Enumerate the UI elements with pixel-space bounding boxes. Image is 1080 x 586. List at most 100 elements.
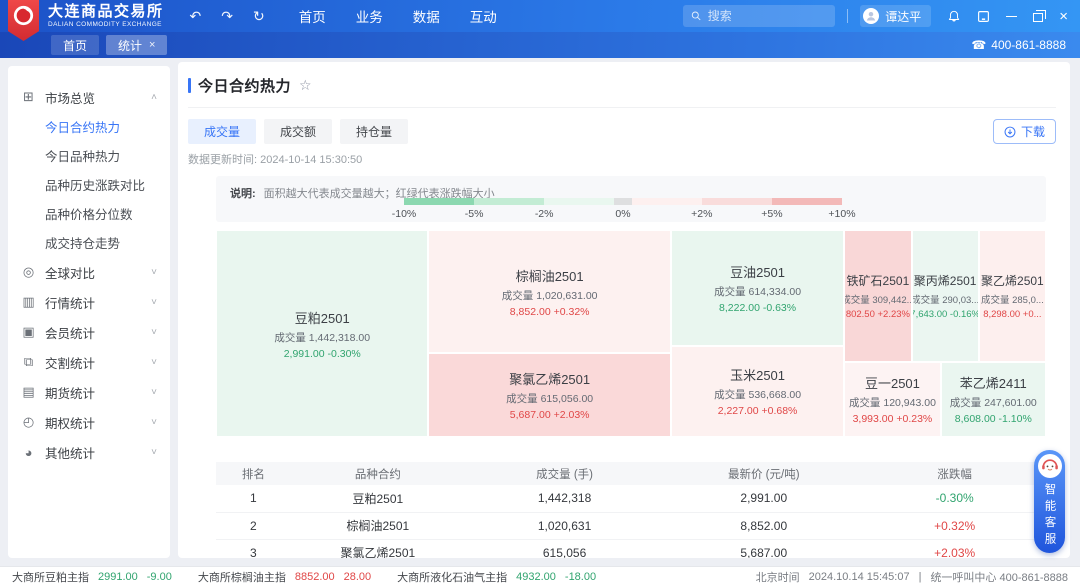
scale-segment bbox=[474, 198, 544, 205]
view-button-volume[interactable]: 成交量 bbox=[188, 119, 256, 144]
scale-tick: +10% bbox=[828, 208, 855, 220]
treemap-cell[interactable]: 苯乙烯2411成交量 247,601.008,608.00 -1.10% bbox=[941, 362, 1046, 437]
scale-segment bbox=[544, 198, 614, 205]
global-compare-icon: ◎ bbox=[21, 264, 36, 280]
tab-statistics[interactable]: 统计× bbox=[106, 35, 167, 55]
scale-tick: -5% bbox=[465, 208, 484, 220]
brand-subtitle: DALIAN COMMODITY EXCHANGE bbox=[48, 22, 164, 29]
treemap-cell-volume: 成交量 615,056.00 bbox=[506, 391, 593, 406]
user-chip[interactable]: 谭达平 bbox=[860, 5, 931, 27]
sidebar-group-label: 行情统计 bbox=[45, 293, 151, 312]
nav-business[interactable]: 业务 bbox=[356, 6, 383, 26]
view-button-turnover[interactable]: 成交额 bbox=[264, 119, 332, 144]
sidebar-group-member-stats[interactable]: ▣会员统计˅ bbox=[8, 317, 170, 347]
chevron-down-icon: ˅ bbox=[151, 447, 157, 458]
sidebar-item-variety-history-compare[interactable]: 品种历史涨跌对比 bbox=[8, 170, 170, 199]
treemap-cell-price: 8,852.00 +0.32% bbox=[510, 306, 590, 318]
sidebar-group-global-compare[interactable]: ◎全球对比˅ bbox=[8, 257, 170, 287]
sidebar-group-quote-stats[interactable]: ▥行情统计˅ bbox=[8, 287, 170, 317]
tab-home[interactable]: 首页 bbox=[51, 35, 99, 55]
minimize-button[interactable] bbox=[1006, 16, 1017, 17]
cell-price: 5,687.00 bbox=[664, 539, 863, 558]
tab-close-icon[interactable]: × bbox=[149, 39, 155, 51]
treemap-cell-name: 玉米2501 bbox=[730, 365, 785, 384]
restore-button[interactable] bbox=[1033, 11, 1043, 22]
treemap-cell[interactable]: 豆油2501成交量 614,334.008,222.00 -0.63% bbox=[671, 230, 844, 346]
hotline-number: 400-861-8888 bbox=[991, 38, 1066, 52]
market-overview-icon: ⊞ bbox=[21, 89, 36, 105]
workbench-panel-icon[interactable] bbox=[977, 10, 990, 23]
treemap-cell-volume: 成交量 536,668.00 bbox=[714, 387, 801, 402]
sidebar-item-today-contract-heat[interactable]: 今日合约热力 bbox=[8, 112, 170, 141]
treemap-cell[interactable]: 聚乙烯2501成交量 285,0...8,298.00 +0... bbox=[979, 230, 1046, 362]
sidebar-item-label: 品种历史涨跌对比 bbox=[45, 175, 145, 194]
sidebar-group-other-stats[interactable]: ◕其他统计˅ bbox=[8, 437, 170, 467]
treemap-cell[interactable]: 铁矿石2501成交量 309,442...802.50 +2.23% bbox=[844, 230, 911, 362]
treemap-cell[interactable]: 聚丙烯2501成交量 290,03...7,643.00 -0.16% bbox=[912, 230, 979, 362]
treemap-cell-name: 豆一2501 bbox=[865, 373, 920, 392]
nav-interact[interactable]: 互动 bbox=[470, 6, 497, 26]
notifications-bell-icon[interactable] bbox=[947, 9, 961, 23]
treemap-cell-volume: 成交量 614,334.00 bbox=[714, 284, 801, 299]
index-label: 大商所液化石油气主指 bbox=[397, 569, 507, 585]
sidebar-item-today-variety-heat[interactable]: 今日品种热力 bbox=[8, 141, 170, 170]
cell-price: 8,852.00 bbox=[664, 512, 863, 539]
topbar-divider bbox=[847, 9, 848, 23]
cell-change: +2.03% bbox=[863, 539, 1046, 558]
chevron-down-icon: ˅ bbox=[151, 357, 157, 368]
treemap-cell-price: 5,687.00 +2.03% bbox=[510, 409, 590, 421]
service-label: 智能客服 bbox=[1042, 483, 1058, 549]
hotline: ☎ 400-861-8888 bbox=[971, 38, 1066, 52]
treemap-cell-name: 苯乙烯2411 bbox=[960, 373, 1027, 392]
delivery-stats-icon: ⧉ bbox=[21, 354, 36, 370]
cell-volume: 615,056 bbox=[465, 539, 664, 558]
treemap-cell[interactable]: 玉米2501成交量 536,668.002,227.00 +0.68% bbox=[671, 346, 844, 437]
refresh-icon[interactable]: ↻ bbox=[253, 8, 265, 25]
sidebar-group-options-stats[interactable]: ◴期权统计˅ bbox=[8, 407, 170, 437]
sidebar-item-volume-oi-trend[interactable]: 成交持仓走势 bbox=[8, 228, 170, 257]
statusbar-divider: | bbox=[919, 571, 922, 583]
sidebar-group-market-overview[interactable]: ⊞市场总览˄ bbox=[8, 82, 170, 112]
treemap-cell-price: 7,643.00 -0.16% bbox=[912, 309, 979, 320]
beijing-time-label: 北京时间 bbox=[756, 569, 800, 585]
sidebar-item-label: 成交持仓走势 bbox=[45, 233, 120, 252]
cell-rank: 2 bbox=[216, 512, 291, 539]
treemap-cell-name: 聚氯乙烯2501 bbox=[509, 369, 590, 388]
sidebar-item-variety-price-percentile[interactable]: 品种价格分位数 bbox=[8, 199, 170, 228]
nav-data[interactable]: 数据 bbox=[413, 6, 440, 26]
sidebar-group-delivery-stats[interactable]: ⧉交割统计˅ bbox=[8, 347, 170, 377]
view-button-open-interest[interactable]: 持仓量 bbox=[340, 119, 408, 144]
update-time: 数据更新时间: 2024-10-14 15:30:50 bbox=[188, 151, 1056, 167]
treemap-cell-volume: 成交量 1,442,318.00 bbox=[274, 330, 370, 345]
search-input[interactable] bbox=[708, 9, 827, 23]
smart-service-widget[interactable]: 智能客服 bbox=[1034, 450, 1065, 553]
treemap-cell[interactable]: 聚氯乙烯2501 成交量 615,056.00 5,687.00 +2.03% bbox=[428, 353, 670, 437]
forward-icon[interactable]: ↷ bbox=[221, 8, 233, 25]
sidebar-group-label: 期货统计 bbox=[45, 383, 151, 402]
nav-home[interactable]: 首页 bbox=[299, 6, 326, 26]
treemap-cell-name: 豆油2501 bbox=[730, 262, 785, 281]
sidebar-group-label: 会员统计 bbox=[45, 323, 151, 342]
history-buttons: ↶ ↷ ↻ bbox=[190, 8, 265, 25]
treemap-cell-price: 802.50 +2.23% bbox=[846, 309, 910, 320]
cell-contract: 豆粕2501 bbox=[291, 485, 465, 512]
sidebar-group-futures-stats[interactable]: ▤期货统计˅ bbox=[8, 377, 170, 407]
back-icon[interactable]: ↶ bbox=[190, 8, 202, 25]
close-button[interactable]: × bbox=[1059, 9, 1068, 24]
search-box[interactable] bbox=[683, 5, 835, 27]
treemap-cell[interactable]: 豆一2501成交量 120,943.003,993.00 +0.23% bbox=[844, 362, 940, 437]
treemap-cell[interactable]: 棕榈油2501成交量 1,020,631.008,852.00 +0.32% bbox=[428, 230, 670, 353]
treemap-cell-volume: 成交量 309,442... bbox=[844, 292, 911, 306]
favorite-star-icon[interactable]: ☆ bbox=[299, 77, 312, 94]
treemap-cell-price: 8,298.00 +0... bbox=[983, 309, 1041, 320]
beijing-time: 2024.10.14 15:45:07 bbox=[809, 571, 910, 583]
chevron-down-icon: ˅ bbox=[151, 417, 157, 428]
scale-tick: +5% bbox=[761, 208, 782, 220]
scale-segment bbox=[404, 198, 474, 205]
scale-tick: -10% bbox=[392, 208, 417, 220]
index-label: 大商所棕榈油主指 bbox=[198, 569, 286, 585]
treemap-cell[interactable]: 豆粕2501成交量 1,442,318.002,991.00 -0.30% bbox=[216, 230, 428, 437]
cell-rank: 3 bbox=[216, 539, 291, 558]
tabbar: 首页统计× ☎ 400-861-8888 bbox=[0, 32, 1080, 58]
download-button[interactable]: 下载 bbox=[993, 119, 1056, 144]
